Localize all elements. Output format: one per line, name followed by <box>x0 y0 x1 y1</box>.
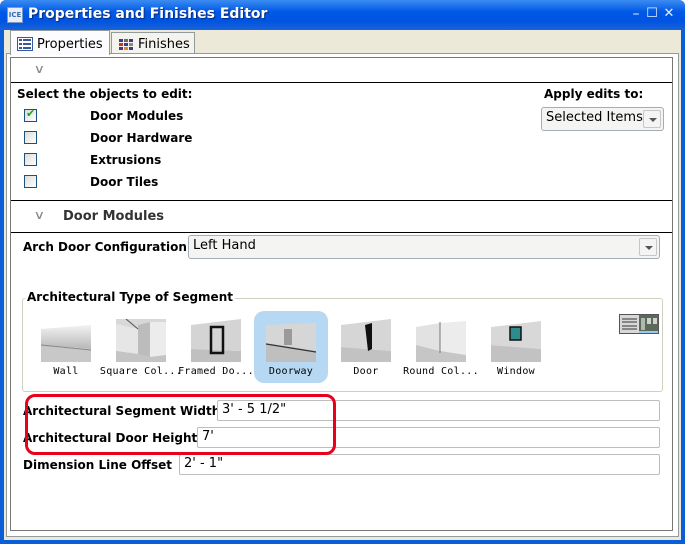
close-button[interactable]: ✕ <box>662 7 676 22</box>
segment-label: Window <box>497 366 535 377</box>
divider <box>11 232 672 233</box>
checkbox-door-hardware[interactable] <box>24 131 37 144</box>
list-icon <box>17 37 33 51</box>
segment-label: Door <box>353 366 379 377</box>
checkbox-door-tiles[interactable] <box>24 175 37 188</box>
checkbox-label: Extrusions <box>90 153 162 167</box>
framed-door-thumbnail-icon <box>191 319 241 362</box>
segment-option-framed-door[interactable]: Framed Do... <box>178 311 254 383</box>
door-height-label: Architectural Door Height <box>23 431 198 445</box>
tab-properties[interactable]: Properties <box>10 30 110 55</box>
section-heading-door-modules: Door Modules <box>63 209 165 224</box>
segment-option-round-column[interactable]: Round Col... <box>403 311 479 383</box>
segment-width-input[interactable]: 3' - 5 1/2" <box>217 400 660 421</box>
door-thumbnail-icon <box>341 319 391 362</box>
checkbox-door-modules[interactable]: ✔ <box>24 107 37 122</box>
wall-thumbnail-icon <box>41 325 91 362</box>
segment-type-title: Architectural Type of Segment <box>25 290 235 304</box>
round-column-thumbnail-icon <box>416 321 466 362</box>
checkmark-icon: ✔ <box>26 107 36 120</box>
arch-door-config-label: Arch Door Configuration <box>23 240 187 254</box>
apply-edits-dropdown[interactable]: Selected Items <box>541 107 664 131</box>
window-title: Properties and Finishes Editor <box>28 6 268 22</box>
door-height-input[interactable]: 7' <box>197 427 660 448</box>
tab-finishes[interactable]: Finishes <box>111 32 195 54</box>
properties-panel: ∨ Select the objects to edit: ✔ Door Mod… <box>6 53 679 537</box>
chevron-down-icon[interactable] <box>643 110 661 128</box>
chevron-down-icon[interactable] <box>639 238 657 256</box>
doorway-thumbnail-icon <box>266 323 316 362</box>
segment-option-door[interactable]: Door <box>329 311 403 383</box>
checkbox-label: Door Tiles <box>90 175 159 189</box>
apply-edits-label: Apply edits to: <box>544 87 644 101</box>
apply-edits-value: Selected Items <box>546 110 643 125</box>
window-client-area: Properties Finishes ∨ Select the objects… <box>4 30 681 540</box>
segment-label: Doorway <box>268 366 314 377</box>
checkbox-extrusions[interactable] <box>24 153 37 166</box>
arch-door-config-value: Left Hand <box>193 238 256 253</box>
segment-option-window[interactable]: Window <box>479 311 553 383</box>
divider <box>11 82 672 83</box>
segment-label: Square Col... <box>99 366 183 377</box>
segment-label: Round Col... <box>403 366 479 377</box>
tab-finishes-label: Finishes <box>138 37 190 52</box>
objects-heading: Select the objects to edit: <box>17 87 193 101</box>
tab-properties-label: Properties <box>37 36 103 52</box>
collapse-chevron-icon[interactable]: ∨ <box>34 62 45 76</box>
collapse-chevron-icon[interactable]: ∨ <box>34 208 45 222</box>
segment-option-square-column[interactable]: Square Col... <box>100 311 182 383</box>
checkbox-label: Door Modules <box>90 109 184 123</box>
segment-width-label: Architectural Segment Width <box>23 404 221 418</box>
arch-door-config-dropdown[interactable]: Left Hand <box>188 235 660 259</box>
segment-option-wall[interactable]: Wall <box>29 311 103 383</box>
color-grid-icon <box>118 38 134 52</box>
square-column-thumbnail-icon <box>116 319 166 362</box>
minimize-button[interactable]: – <box>629 7 643 22</box>
dimension-line-offset-input[interactable]: 2' - 1" <box>179 454 660 475</box>
properties-content: ∨ Select the objects to edit: ✔ Door Mod… <box>10 57 673 531</box>
segment-label: Framed Do... <box>178 366 254 377</box>
properties-finishes-editor-window: ICE Properties and Finishes Editor – ☐ ✕… <box>0 0 685 544</box>
segment-label: Wall <box>53 366 79 377</box>
segment-option-doorway[interactable]: Doorway <box>254 311 328 383</box>
window-thumbnail-icon <box>491 321 541 362</box>
view-mode-toggle[interactable] <box>619 314 659 334</box>
maximize-button[interactable]: ☐ <box>645 7 659 22</box>
app-icon: ICE <box>7 7 23 23</box>
divider <box>11 200 672 201</box>
title-bar[interactable]: ICE Properties and Finishes Editor – ☐ ✕ <box>0 0 685 30</box>
checkbox-label: Door Hardware <box>90 131 193 145</box>
dimension-line-offset-label: Dimension Line Offset <box>23 458 173 472</box>
